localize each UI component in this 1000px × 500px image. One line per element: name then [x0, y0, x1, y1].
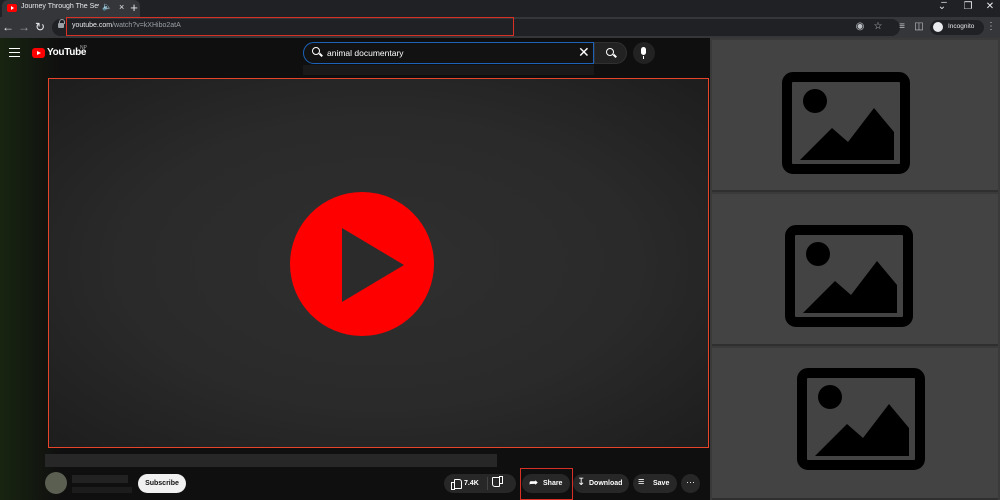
country-code: NP [80, 45, 87, 51]
tab-title: Journey Through The Seven [21, 3, 99, 10]
incognito-icon [933, 22, 943, 32]
search-button-icon [606, 48, 614, 56]
channel-avatar[interactable] [45, 472, 67, 494]
tab-strip [0, 0, 1000, 17]
url-highlight-box [66, 17, 514, 36]
search-input[interactable] [327, 44, 577, 62]
play-icon [342, 228, 404, 302]
minimize-icon[interactable]: – [936, 0, 952, 8]
download-label: Download [589, 480, 623, 487]
bookmark-star-icon[interactable]: ☆ [872, 21, 884, 33]
search-suggestions-edge [303, 65, 594, 75]
thumbs-down-icon[interactable] [495, 479, 503, 487]
microphone-icon [641, 47, 646, 59]
image-placeholder-icon [782, 72, 910, 174]
thumbs-up-icon[interactable] [451, 479, 462, 490]
youtube-logo-icon[interactable] [32, 48, 45, 58]
playlist-add-icon: ≡ [638, 476, 645, 488]
lock-icon[interactable] [58, 19, 65, 30]
new-tab-icon[interactable]: + [128, 0, 140, 16]
speaker-icon[interactable]: 🔈 [102, 2, 112, 11]
recommendation-thumbnail[interactable] [712, 348, 998, 500]
like-divider [487, 477, 488, 490]
channel-name-placeholder[interactable] [72, 475, 128, 483]
browser-tab[interactable]: Journey Through The Seven 🔈 × [2, 0, 140, 17]
back-arrow-icon[interactable]: ← [1, 19, 15, 35]
download-icon: ↧ [577, 477, 586, 488]
subscribe-button[interactable]: Subscribe [138, 474, 186, 493]
side-panel-icon[interactable]: ◫ [913, 21, 925, 33]
tab-close-icon[interactable]: × [119, 2, 124, 12]
image-placeholder-icon [785, 225, 913, 327]
incognito-label: Incognito [948, 23, 975, 30]
more-actions-button[interactable]: ··· [681, 474, 700, 493]
eye-off-icon[interactable]: ◉ [854, 21, 866, 33]
restore-icon[interactable]: ❐ [960, 1, 976, 12]
close-window-icon[interactable]: ✕ [982, 1, 998, 12]
video-title-placeholder [45, 454, 497, 467]
youtube-favicon-icon [7, 4, 17, 12]
like-count[interactable]: 7.4K [464, 480, 479, 487]
image-placeholder-icon [797, 368, 925, 470]
kebab-menu-icon[interactable]: ⋮ [985, 21, 997, 33]
recommendation-thumbnail[interactable] [712, 194, 998, 346]
forward-arrow-icon[interactable]: → [17, 19, 31, 35]
media-control-icon[interactable]: ≡ [896, 21, 908, 33]
share-highlight-box [520, 468, 573, 500]
clear-search-icon[interactable]: ✕ [578, 45, 590, 59]
save-label: Save [653, 480, 670, 487]
search-icon [312, 47, 320, 55]
recommendation-thumbnail[interactable] [712, 40, 998, 192]
hamburger-menu-icon[interactable] [9, 48, 20, 57]
subscriber-count-placeholder [72, 487, 132, 493]
reload-icon[interactable]: ↻ [33, 19, 47, 35]
